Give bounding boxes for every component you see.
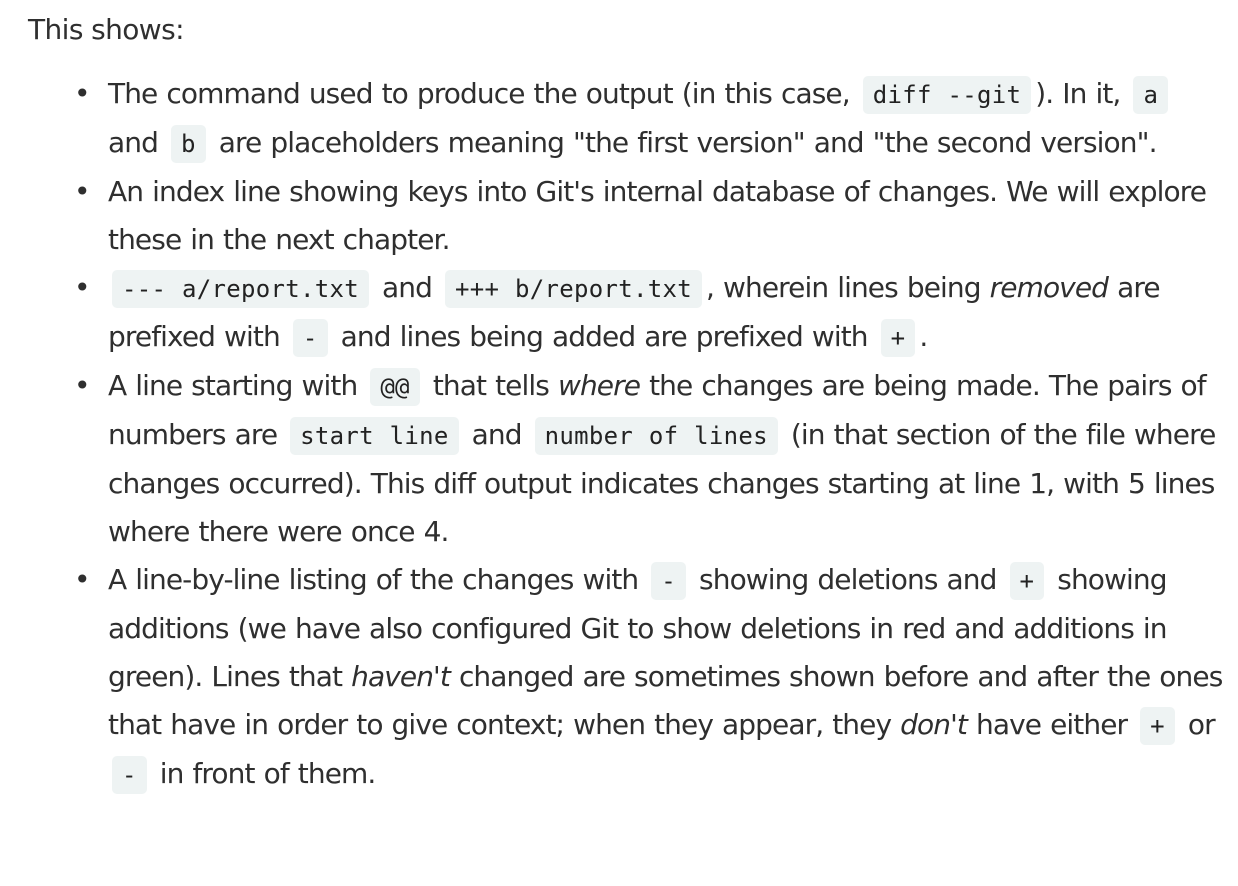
intro-text: This shows:	[28, 13, 185, 46]
inline-code: start line	[290, 417, 459, 455]
inline-code: @@	[370, 368, 420, 406]
item-text: A line-by-line listing of the changes wi…	[108, 563, 648, 596]
list-item-command: • The command used to produce the output …	[74, 70, 1228, 168]
inline-code: +	[880, 319, 916, 357]
inline-code: number of lines	[534, 417, 778, 455]
list-item-index-line: • An index line showing keys into Git's i…	[74, 168, 1228, 264]
item-text: are placeholders meaning "the first vers…	[209, 126, 1158, 159]
item-text: The command used to produce the output (…	[108, 77, 859, 110]
item-text: or	[1178, 708, 1216, 741]
bullet-list: • The command used to produce the output …	[28, 70, 1228, 799]
inline-code: a	[1133, 76, 1169, 114]
inline-code: diff --git	[862, 76, 1032, 114]
bullet-icon: •	[74, 77, 91, 110]
inline-code: +++ b/report.txt	[444, 270, 702, 308]
list-item-file-headers: • --- a/report.txt and +++ b/report.txt, …	[74, 264, 1228, 362]
emphasis-text: don't	[900, 708, 968, 741]
emphasis-text: haven't	[351, 660, 451, 693]
item-text: that tells	[423, 369, 558, 402]
emphasis-text: removed	[989, 271, 1109, 304]
item-text: .	[919, 320, 928, 353]
item-text: and	[462, 418, 531, 451]
item-text: and	[373, 271, 441, 304]
item-text: and lines being added are prefixed with	[331, 320, 877, 353]
bullet-icon: •	[74, 369, 91, 402]
inline-code: --- a/report.txt	[112, 270, 369, 308]
inline-code: -	[292, 319, 328, 357]
item-text: An index line showing keys into Git's in…	[108, 175, 1207, 256]
list-item-hunk-header: • A line starting with @@ that tells wher…	[74, 362, 1228, 556]
document-page: This shows: • The command used to produce…	[28, 0, 1228, 799]
emphasis-text: where	[557, 369, 641, 402]
inline-code: b	[170, 125, 206, 163]
item-text: ). In it,	[1035, 77, 1130, 110]
bullet-icon: •	[74, 563, 91, 596]
inline-code: -	[112, 756, 147, 794]
item-text: have either	[966, 708, 1137, 741]
item-text: and	[108, 126, 167, 159]
bullet-icon: •	[74, 175, 91, 208]
item-text: , wherein lines being	[705, 271, 990, 304]
item-text: A line starting with	[108, 369, 367, 402]
inline-code: +	[1009, 562, 1045, 600]
item-text: showing deletions and	[690, 563, 1006, 596]
list-item-changes: • A line-by-line listing of the changes w…	[74, 556, 1228, 799]
item-text: in front of them.	[150, 757, 377, 790]
inline-code: +	[1140, 707, 1175, 745]
bullet-icon: •	[74, 271, 91, 304]
inline-code: -	[651, 562, 687, 600]
